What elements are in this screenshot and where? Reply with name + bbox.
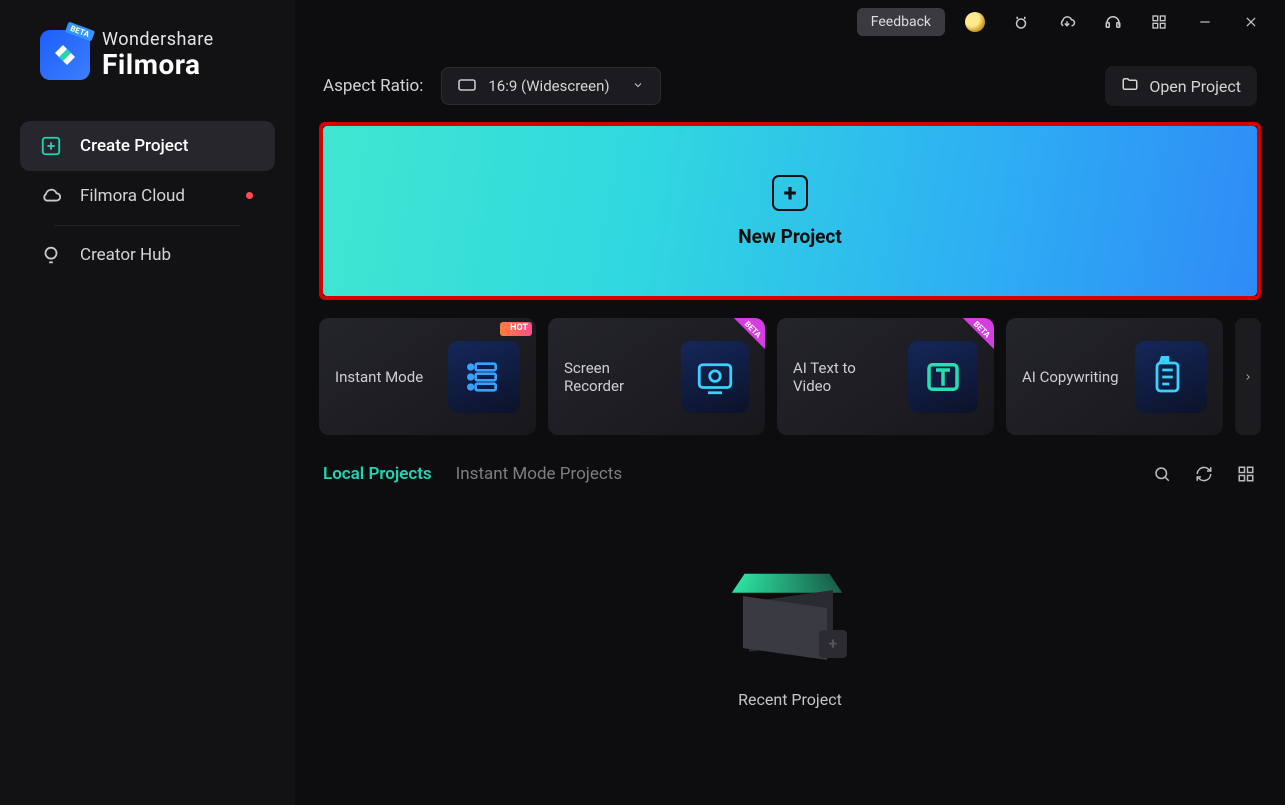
card-instant-mode[interactable]: Instant Mode bbox=[319, 318, 536, 435]
ai-copywriting-icon: AI bbox=[1135, 341, 1207, 413]
cloud-icon bbox=[40, 185, 62, 207]
logo-mark-icon: BETA bbox=[40, 30, 90, 80]
brand-title: Filmora bbox=[102, 50, 214, 81]
card-label: AI Copywriting bbox=[1022, 368, 1119, 386]
plus-icon: + bbox=[772, 175, 808, 211]
recent-projects-empty: + Recent Project bbox=[295, 491, 1285, 805]
sidebar-item-label: Creator Hub bbox=[80, 245, 171, 265]
new-project-label: New Project bbox=[738, 225, 842, 248]
main-area: Feedback Aspect Ratio: 16:9 (Widescreen)… bbox=[295, 0, 1285, 805]
close-icon[interactable] bbox=[1235, 6, 1267, 38]
sidebar-item-label: Filmora Cloud bbox=[80, 186, 185, 206]
tab-instant-mode-projects[interactable]: Instant Mode Projects bbox=[456, 464, 622, 484]
grid-view-icon[interactable] bbox=[1235, 463, 1257, 485]
apps-grid-icon[interactable] bbox=[1143, 6, 1175, 38]
toolbar: Aspect Ratio: 16:9 (Widescreen) Open Pro… bbox=[295, 44, 1285, 116]
sidebar-divider bbox=[54, 225, 241, 226]
sidebar-item-filmora-cloud[interactable]: Filmora Cloud bbox=[20, 171, 275, 221]
sidebar: BETA Wondershare Filmora Create Project … bbox=[0, 0, 295, 805]
bulb-icon bbox=[40, 244, 62, 266]
aspect-ratio-label: Aspect Ratio: bbox=[323, 76, 423, 96]
aspect-ratio-select[interactable]: 16:9 (Widescreen) bbox=[441, 67, 661, 105]
card-label: Instant Mode bbox=[335, 368, 423, 386]
sidebar-item-create-project[interactable]: Create Project bbox=[20, 121, 275, 171]
notification-dot-icon bbox=[246, 192, 253, 199]
cloud-download-icon[interactable] bbox=[1051, 6, 1083, 38]
new-project-button[interactable]: + New Project bbox=[323, 126, 1257, 296]
chevron-down-icon bbox=[632, 77, 644, 95]
card-screen-recorder[interactable]: Screen Recorder bbox=[548, 318, 765, 435]
folder-icon bbox=[1121, 75, 1139, 97]
empty-box-icon: + bbox=[725, 548, 855, 668]
widescreen-icon bbox=[458, 77, 476, 95]
plus-square-icon bbox=[40, 135, 62, 157]
card-label: Screen Recorder bbox=[564, 359, 667, 395]
brand-logo: BETA Wondershare Filmora bbox=[0, 20, 295, 111]
minimize-icon[interactable] bbox=[1189, 6, 1221, 38]
beta-badge bbox=[721, 318, 765, 362]
headset-icon[interactable] bbox=[1097, 6, 1129, 38]
cards-next-button[interactable] bbox=[1235, 318, 1261, 435]
sidebar-item-label: Create Project bbox=[80, 136, 188, 156]
open-project-button[interactable]: Open Project bbox=[1105, 66, 1257, 106]
feature-cards: Instant Mode Screen Recorder AI Text to … bbox=[295, 312, 1285, 449]
app-window: BETA Wondershare Filmora Create Project … bbox=[0, 0, 1285, 805]
tab-local-projects[interactable]: Local Projects bbox=[323, 464, 432, 484]
aspect-ratio-value: 16:9 (Widescreen) bbox=[488, 77, 609, 95]
brand-subtitle: Wondershare bbox=[102, 30, 214, 50]
recent-project-label: Recent Project bbox=[738, 690, 842, 709]
titlebar: Feedback bbox=[295, 0, 1285, 44]
projects-tabs: Local Projects Instant Mode Projects bbox=[295, 449, 1285, 491]
sidebar-item-creator-hub[interactable]: Creator Hub bbox=[20, 230, 275, 280]
card-ai-copywriting[interactable]: AI Copywriting AI bbox=[1006, 318, 1223, 435]
search-icon[interactable] bbox=[1151, 463, 1173, 485]
feedback-button[interactable]: Feedback bbox=[857, 8, 945, 36]
new-project-highlight: + New Project bbox=[319, 122, 1261, 300]
card-ai-text-to-video[interactable]: AI Text to Video bbox=[777, 318, 994, 435]
svg-text:AI: AI bbox=[1161, 356, 1169, 364]
effects-icon[interactable] bbox=[1005, 6, 1037, 38]
card-label: AI Text to Video bbox=[793, 359, 894, 395]
avatar-icon[interactable] bbox=[959, 6, 991, 38]
beta-badge bbox=[950, 318, 994, 362]
refresh-icon[interactable] bbox=[1193, 463, 1215, 485]
hot-badge bbox=[492, 318, 536, 362]
open-project-label: Open Project bbox=[1149, 77, 1241, 96]
